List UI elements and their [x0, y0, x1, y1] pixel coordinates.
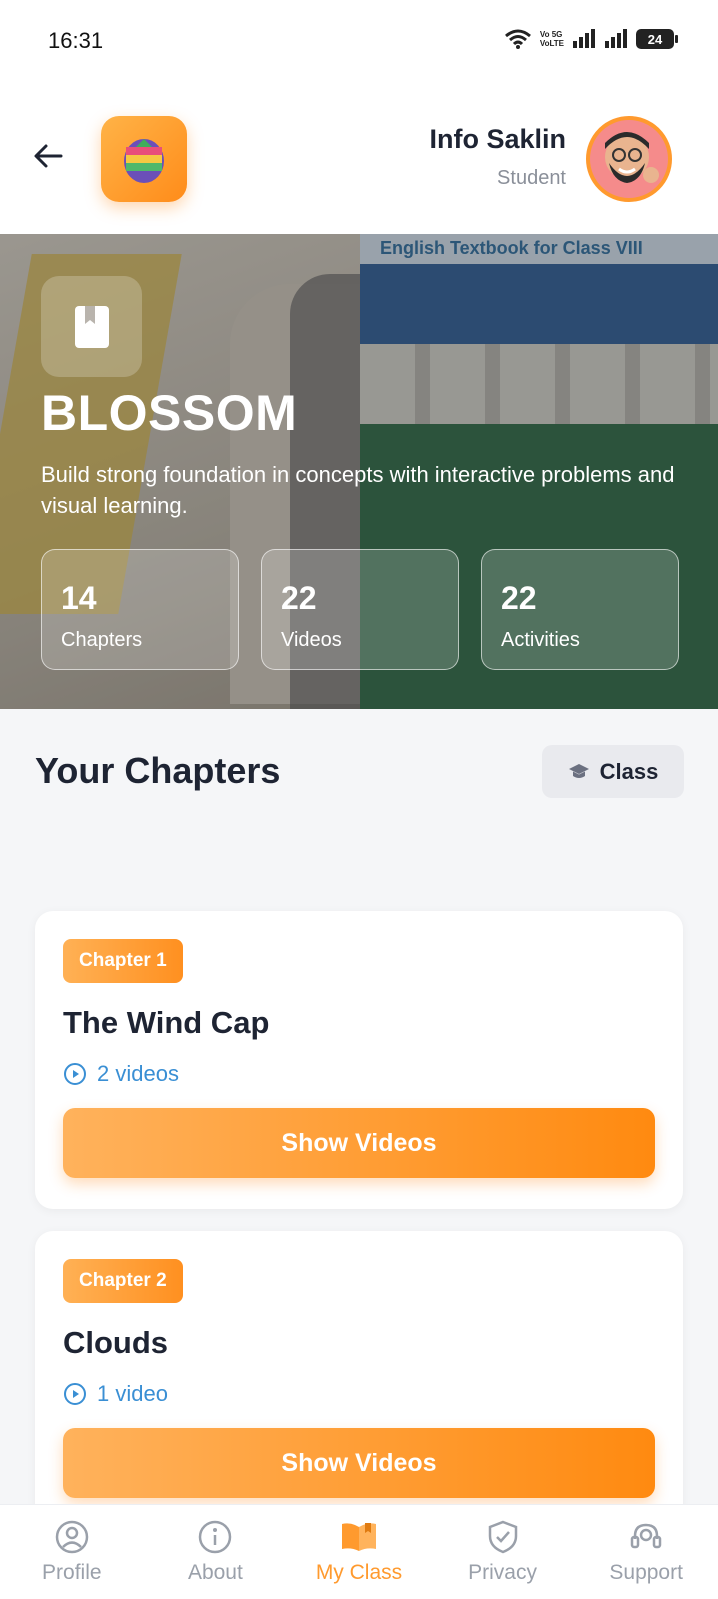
- stat-chapters: 14 Chapters: [41, 549, 239, 670]
- app-logo: [101, 116, 187, 202]
- chapter-title: Clouds: [63, 1325, 169, 1360]
- nav-item-about[interactable]: About: [150, 1519, 280, 1585]
- nav-item-support[interactable]: Support: [581, 1519, 711, 1585]
- course-stats: 14 Chapters 22 Videos 22 Activities: [41, 549, 679, 670]
- user-name: Info Saklin: [429, 124, 566, 154]
- stat-value: 14: [61, 580, 97, 616]
- nav-label: My Class: [315, 1561, 403, 1584]
- chapter-video-count: 2 videos: [63, 1061, 179, 1087]
- video-count-label: 1 video: [97, 1381, 168, 1406]
- back-button[interactable]: [28, 136, 68, 176]
- user-info: Info Saklin Student: [429, 124, 566, 190]
- nav-label: Privacy: [468, 1561, 537, 1584]
- nav-label: About: [187, 1561, 243, 1584]
- signal-icon: [605, 29, 627, 48]
- video-count-label: 2 videos: [97, 1061, 179, 1086]
- avatar[interactable]: [586, 116, 672, 202]
- chapter-badge: Chapter 2: [63, 1259, 183, 1303]
- user-role: Student: [497, 167, 566, 189]
- stat-label: Chapters: [61, 629, 143, 651]
- profile-icon: [55, 1520, 89, 1554]
- nav-item-my-class[interactable]: My Class: [294, 1519, 424, 1585]
- class-button-label: Class: [599, 758, 659, 784]
- network-type-label: Vo 5G VoLTE: [539, 30, 564, 48]
- chapter-video-count: 1 video: [63, 1381, 168, 1407]
- play-circle-icon: [64, 1063, 86, 1085]
- stat-label: Videos: [281, 629, 342, 651]
- course-title: BLOSSOM: [41, 385, 298, 441]
- book-open-icon: [341, 1523, 376, 1551]
- wifi-icon: [504, 29, 531, 49]
- app-header: Info Saklin Student: [0, 84, 718, 234]
- class-button[interactable]: Class: [542, 745, 684, 798]
- show-videos-button[interactable]: Show Videos: [63, 1108, 655, 1178]
- stat-value: 22: [501, 580, 537, 616]
- nav-item-privacy[interactable]: Privacy: [438, 1519, 568, 1585]
- stat-value: 22: [281, 580, 317, 616]
- status-icons: Vo 5G VoLTE 24: [504, 28, 678, 50]
- battery-icon: 24: [636, 29, 678, 49]
- headset-icon: [630, 1523, 662, 1549]
- graduation-cap-icon: [568, 763, 589, 778]
- bottom-navigation: Profile About My Class Privacy Support: [0, 1504, 718, 1599]
- stat-label: Activities: [501, 629, 580, 651]
- nav-item-profile[interactable]: Profile: [7, 1519, 137, 1585]
- course-hero-banner: English Textbook for Class VIII BLOSSOM …: [0, 234, 718, 709]
- nav-label: Profile: [42, 1561, 102, 1584]
- shield-check-icon: [488, 1520, 517, 1554]
- logo-icon: [124, 139, 164, 183]
- arrow-left-icon: [34, 144, 63, 168]
- book-icon-tile: [41, 276, 142, 377]
- status-bar: 16:31 Vo 5G VoLTE 24: [0, 0, 718, 84]
- avatar-image: [605, 132, 659, 183]
- stat-activities: 22 Activities: [481, 549, 679, 670]
- status-time: 16:31: [48, 28, 104, 53]
- course-description: Build strong foundation in concepts with…: [41, 462, 675, 518]
- nav-label: Support: [609, 1561, 683, 1584]
- signal-icon: [573, 29, 595, 48]
- chapter-card: Chapter 2 Clouds 1 video Show Videos: [35, 1231, 683, 1529]
- play-circle-icon: [64, 1383, 86, 1405]
- chapter-title: The Wind Cap: [63, 1005, 270, 1040]
- chapter-card: Chapter 1 The Wind Cap 2 videos Show Vid…: [35, 911, 683, 1209]
- book-icon: [74, 305, 109, 348]
- stat-videos: 22 Videos: [261, 549, 459, 670]
- chapter-badge: Chapter 1: [63, 939, 183, 983]
- info-icon: [199, 1520, 232, 1554]
- section-title: Your Chapters: [35, 750, 281, 791]
- show-videos-button[interactable]: Show Videos: [63, 1428, 655, 1498]
